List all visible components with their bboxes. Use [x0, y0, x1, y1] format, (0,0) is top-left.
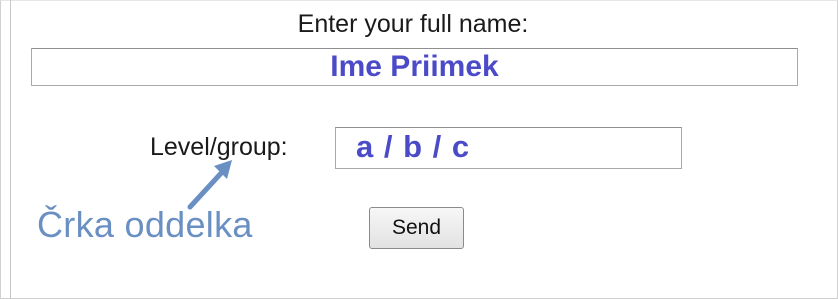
- panel-divider: [10, 0, 11, 299]
- arrow-up-right-icon: [187, 160, 232, 210]
- name-label: Enter your full name:: [297, 10, 529, 38]
- name-field[interactable]: Ime Priimek: [31, 48, 798, 86]
- level-group-field[interactable]: a / b / c: [335, 127, 682, 169]
- annotation-label: Črka oddelka: [37, 204, 253, 245]
- send-button[interactable]: Send: [369, 207, 464, 249]
